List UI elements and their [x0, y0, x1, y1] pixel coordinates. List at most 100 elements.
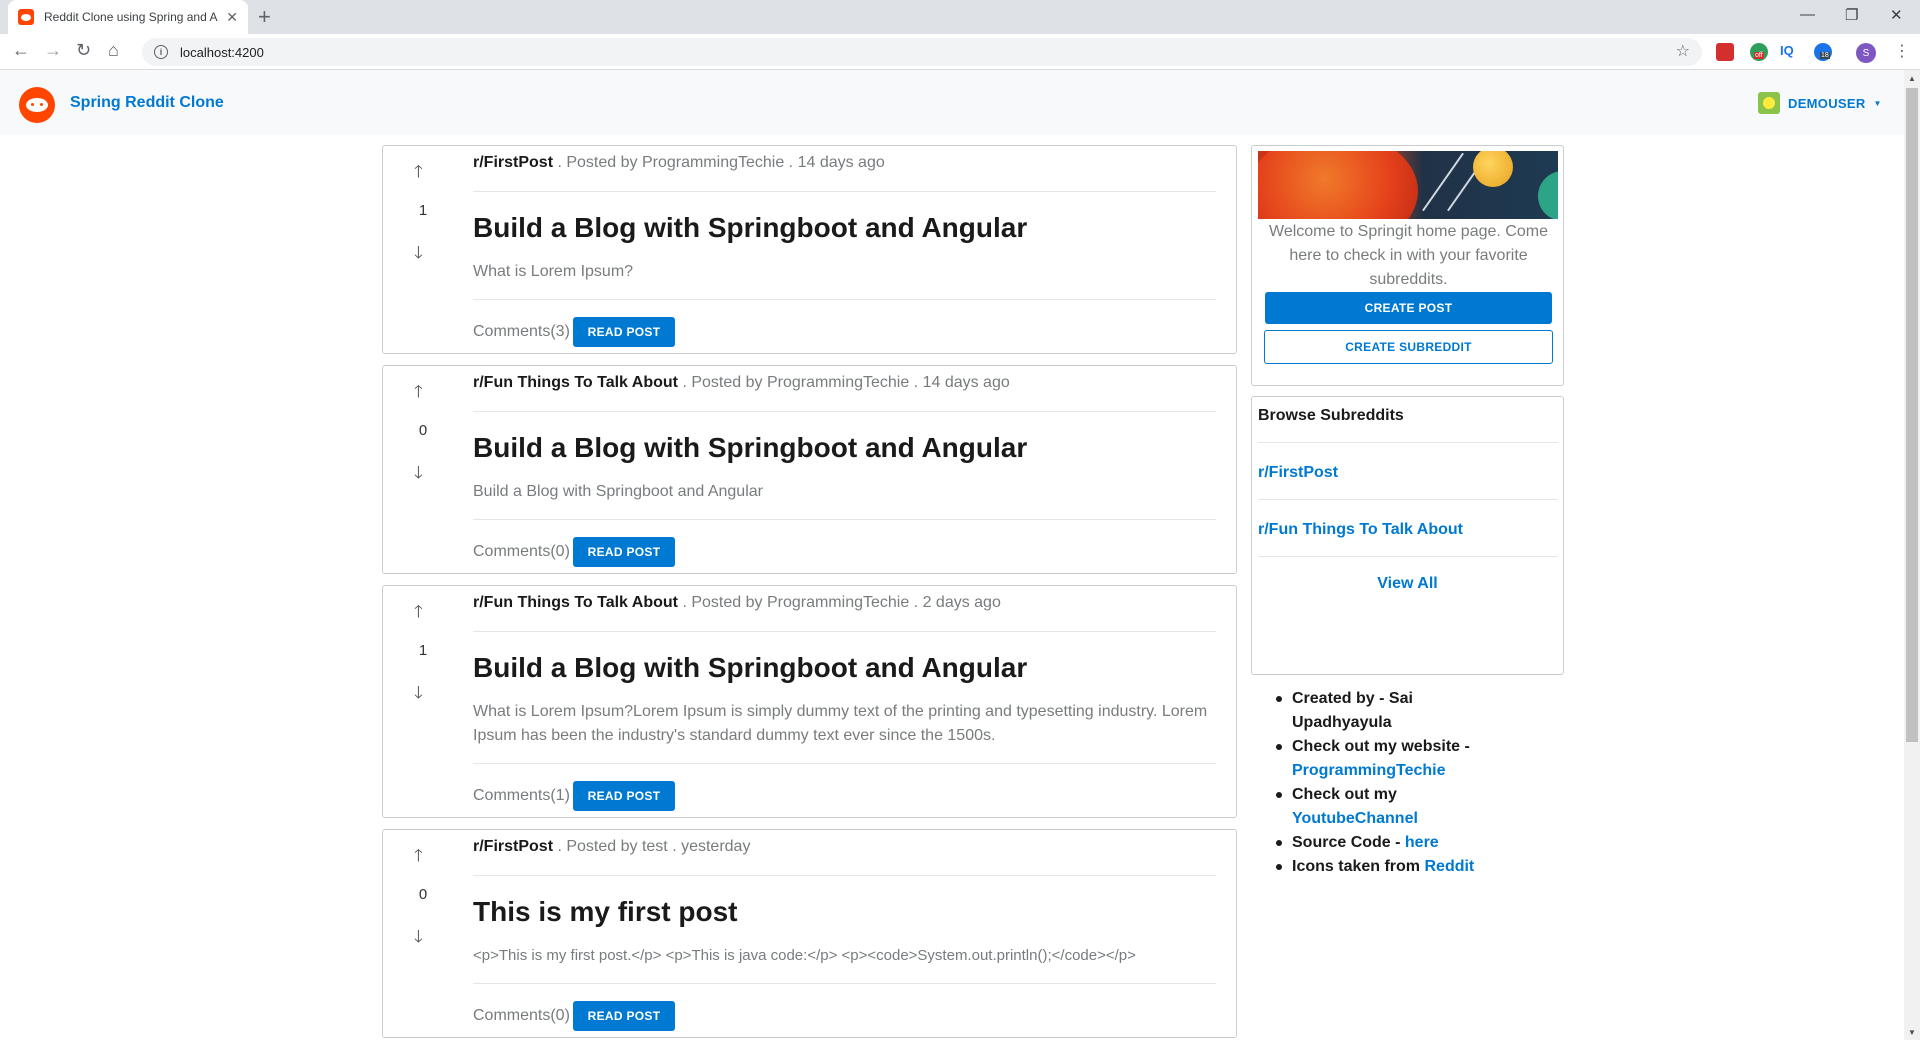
- browser-toolbar: ← → ↻ ⌂ i localhost:4200 ☆ off IQ 18 S ⋮: [0, 34, 1920, 70]
- site-info-icon[interactable]: i: [154, 45, 168, 59]
- read-post-button[interactable]: READ POST: [573, 781, 675, 811]
- vote-count: 0: [383, 886, 463, 903]
- vote-count: 1: [383, 202, 463, 219]
- reload-icon[interactable]: ↻: [76, 40, 91, 61]
- divider: [1258, 499, 1558, 500]
- extension-badge-count: 18: [1820, 52, 1830, 59]
- profile-avatar[interactable]: S: [1856, 43, 1876, 63]
- youtube-link[interactable]: YoutubeChannel: [1292, 810, 1418, 827]
- read-post-button[interactable]: READ POST: [573, 1001, 675, 1031]
- welcome-card: Welcome to Springit home page. Come here…: [1251, 145, 1564, 386]
- reddit-favicon-icon: [18, 9, 34, 25]
- source-code-link[interactable]: here: [1405, 834, 1439, 851]
- divider: [1258, 556, 1558, 557]
- post-card: 🡑 0 🡓 r/FirstPost . Posted by test . yes…: [382, 829, 1237, 1038]
- scroll-down-icon[interactable]: ▼: [1908, 1028, 1916, 1037]
- post-title[interactable]: This is my first post: [473, 896, 738, 928]
- tab-title: Reddit Clone using Spring and Angular: [44, 10, 218, 24]
- bookmark-star-icon[interactable]: ☆: [1676, 41, 1690, 61]
- downvote-arrow-icon[interactable]: 🡓: [414, 924, 423, 953]
- upvote-arrow-icon[interactable]: 🡑: [414, 379, 423, 408]
- website-link[interactable]: ProgrammingTechie: [1292, 762, 1446, 779]
- post-title[interactable]: Build a Blog with Springboot and Angular: [473, 652, 1027, 684]
- divider: [473, 191, 1216, 192]
- created-by-text: Created by - Sai Upadhyayula: [1292, 690, 1413, 731]
- browser-tab[interactable]: Reddit Clone using Spring and Angular ✕: [8, 0, 248, 34]
- post-card: 🡑 1 🡓 r/Fun Things To Talk About . Poste…: [382, 585, 1237, 818]
- vote-count: 1: [383, 642, 463, 659]
- home-icon[interactable]: ⌂: [108, 40, 119, 61]
- posted-by: . Posted by test . yesterday: [553, 838, 750, 855]
- browser-menu-icon[interactable]: ⋮: [1894, 41, 1910, 61]
- user-avatar: [1758, 92, 1780, 114]
- reddit-link[interactable]: Reddit: [1424, 858, 1474, 875]
- extension-blue-icon[interactable]: 18: [1814, 43, 1832, 61]
- subreddit-link[interactable]: r/FirstPost: [1258, 464, 1338, 482]
- upvote-arrow-icon[interactable]: 🡑: [414, 599, 423, 628]
- upvote-arrow-icon[interactable]: 🡑: [414, 159, 423, 188]
- post-body: Build a Blog with Springboot and Angular: [473, 480, 1216, 504]
- divider: [473, 519, 1216, 520]
- scroll-up-icon[interactable]: ▲: [1908, 74, 1916, 83]
- post-title[interactable]: Build a Blog with Springboot and Angular: [473, 212, 1027, 244]
- close-window-icon[interactable]: ✕: [1890, 6, 1903, 24]
- username: DEMOUSER: [1788, 96, 1866, 111]
- read-post-button[interactable]: READ POST: [573, 317, 675, 347]
- space-banner-image: [1258, 151, 1558, 219]
- downvote-arrow-icon[interactable]: 🡓: [414, 240, 423, 269]
- credits-item: Source Code - here: [1270, 831, 1510, 855]
- minimize-icon[interactable]: —: [1800, 6, 1815, 23]
- divider: [473, 875, 1216, 876]
- source-text: Source Code -: [1292, 834, 1405, 851]
- extension-iq-icon[interactable]: IQ: [1780, 43, 1794, 58]
- browse-subreddits-card: Browse Subreddits r/FirstPost r/Fun Thin…: [1251, 396, 1564, 675]
- posted-by: . Posted by ProgrammingTechie . 14 days …: [678, 374, 1010, 391]
- subreddit-link[interactable]: r/Fun Things To Talk About: [473, 594, 678, 611]
- subreddit-link[interactable]: r/FirstPost: [473, 154, 553, 171]
- extension-badge-off: off: [1754, 52, 1764, 59]
- credits-list: Created by - Sai Upadhyayula Check out m…: [1270, 687, 1510, 879]
- chevron-down-icon: ▼: [1874, 99, 1882, 108]
- downvote-arrow-icon[interactable]: 🡓: [414, 460, 423, 489]
- forward-icon[interactable]: →: [44, 40, 62, 61]
- create-post-button[interactable]: CREATE POST: [1265, 292, 1552, 324]
- read-post-button[interactable]: READ POST: [573, 537, 675, 567]
- post-title[interactable]: Build a Blog with Springboot and Angular: [473, 432, 1027, 464]
- subreddit-link[interactable]: r/Fun Things To Talk About: [1258, 521, 1463, 539]
- upvote-arrow-icon[interactable]: 🡑: [414, 843, 423, 872]
- close-tab-icon[interactable]: ✕: [226, 9, 238, 26]
- posted-by: . Posted by ProgrammingTechie . 14 days …: [553, 154, 885, 171]
- divider: [473, 763, 1216, 764]
- browse-title: Browse Subreddits: [1258, 407, 1404, 425]
- create-subreddit-button[interactable]: CREATE SUBREDDIT: [1264, 330, 1553, 364]
- back-icon[interactable]: ←: [12, 40, 30, 61]
- comments-count[interactable]: Comments(0): [473, 543, 570, 561]
- subreddit-link[interactable]: r/FirstPost: [473, 838, 553, 855]
- reddit-logo-icon[interactable]: [19, 87, 55, 123]
- credits-item: Created by - Sai Upadhyayula: [1270, 687, 1510, 735]
- restore-icon[interactable]: ❐: [1845, 6, 1858, 24]
- credits-item: Check out my YoutubeChannel: [1270, 783, 1510, 831]
- scrollbar-thumb[interactable]: [1906, 88, 1918, 742]
- divider: [473, 411, 1216, 412]
- post-body: <p>This is my first post.</p> <p>This is…: [473, 944, 1216, 968]
- comments-count[interactable]: Comments(3): [473, 323, 570, 341]
- comments-count[interactable]: Comments(0): [473, 1007, 570, 1025]
- address-bar[interactable]: i localhost:4200 ☆: [142, 38, 1702, 66]
- new-tab-icon[interactable]: +: [258, 4, 271, 30]
- downvote-arrow-icon[interactable]: 🡓: [414, 680, 423, 709]
- extension-grammarly-icon[interactable]: off: [1750, 43, 1768, 61]
- icons-text: Icons taken from: [1292, 858, 1424, 875]
- view-all-link[interactable]: View All: [1252, 575, 1563, 593]
- post-meta: r/FirstPost . Posted by test . yesterday: [473, 838, 750, 856]
- user-menu[interactable]: DEMOUSER ▼: [1758, 92, 1881, 114]
- brand-link[interactable]: Spring Reddit Clone: [70, 94, 224, 112]
- youtube-text: Check out my: [1292, 786, 1397, 803]
- divider: [473, 983, 1216, 984]
- credits-item: Icons taken from Reddit: [1270, 855, 1510, 879]
- extension-red-icon[interactable]: [1716, 43, 1734, 61]
- app-header: Spring Reddit Clone DEMOUSER ▼: [0, 70, 1904, 135]
- subreddit-link[interactable]: r/Fun Things To Talk About: [473, 374, 678, 391]
- post-meta: r/Fun Things To Talk About . Posted by P…: [473, 594, 1001, 612]
- comments-count[interactable]: Comments(1): [473, 787, 570, 805]
